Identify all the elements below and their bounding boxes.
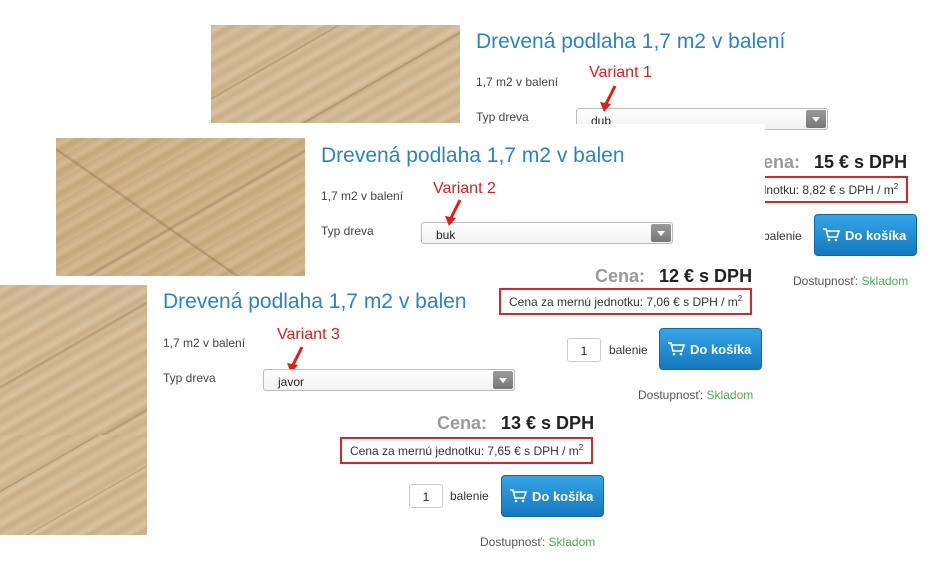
- availability-label: Dostupnosť:: [480, 535, 546, 549]
- add-to-cart-button-variant-3[interactable]: Do košíka: [501, 475, 604, 517]
- cart-icon: [668, 342, 686, 356]
- quantity-input-variant-3[interactable]: 1: [409, 484, 443, 508]
- add-to-cart-label: Do košíka: [532, 489, 594, 504]
- unit-price-sup: 2: [737, 294, 743, 303]
- variant-annotation: Variant 1: [589, 64, 652, 81]
- unit-price-text: Cena za mernú jednotku: 7,65 € s DPH / m: [350, 444, 579, 458]
- annotation-arrow-icon: [445, 199, 462, 226]
- availability-value: Skladom: [706, 388, 754, 402]
- product-image: [0, 285, 147, 435]
- quantity-input-variant-2[interactable]: 1: [567, 338, 601, 362]
- product-title[interactable]: Drevená podlaha 1,7 m2 v balen: [163, 290, 475, 314]
- wood-type-label: Typ dreva: [321, 224, 374, 238]
- quantity-unit-variant-2: balenie: [609, 343, 648, 357]
- chevron-down-icon[interactable]: [651, 224, 671, 242]
- product-image-continued: [0, 435, 147, 535]
- price: Cena: 15 € s DPH: [750, 152, 907, 173]
- chevron-down-icon[interactable]: [806, 110, 826, 128]
- quantity-unit-variant-3: balenie: [450, 489, 489, 503]
- annotation-arrow-icon: [600, 85, 617, 112]
- price-value: 15 € s DPH: [814, 152, 908, 172]
- availability: Dostupnosť: Skladom: [793, 274, 908, 288]
- add-to-cart-label: Do košíka: [690, 342, 752, 357]
- variant-annotation: Variant 3: [277, 326, 340, 343]
- availability-variant-2: Dostupnosť: Skladom: [638, 388, 753, 402]
- availability-value: Skladom: [548, 535, 596, 549]
- price: Cena: 12 € s DPH: [595, 266, 752, 284]
- unit-price-variant-2: Cena za mernú jednotku: 7,06 € s DPH / m…: [499, 288, 753, 315]
- unit-price-sup: 2: [893, 182, 899, 191]
- availability-value: Skladom: [861, 274, 909, 288]
- price-label: Cena:: [437, 413, 488, 433]
- cart-icon: [510, 489, 528, 503]
- wood-type-label: Typ dreva: [476, 110, 529, 124]
- unit-price-text: Cena za mernú jednotku: 7,06 € s DPH / m: [509, 295, 738, 309]
- add-to-cart-label: Do košíka: [845, 228, 907, 243]
- price-label: Cena:: [595, 266, 646, 284]
- wood-type-value: buk: [436, 228, 456, 242]
- availability-label: Dostupnosť:: [793, 274, 859, 288]
- availability-variant-3: Dostupnosť: Skladom: [480, 535, 595, 549]
- product-image: [56, 138, 305, 276]
- price-value: 13 € s DPH: [501, 413, 595, 433]
- wood-type-select-variant-3[interactable]: javor: [263, 369, 515, 391]
- chevron-down-icon[interactable]: [493, 371, 513, 389]
- product-title[interactable]: Drevená podlaha 1,7 m2 v balení: [476, 30, 785, 54]
- product-card-variant-3: Drevená podlaha 1,7 m2 v balen 1,7 m2 v …: [0, 285, 476, 435]
- add-to-cart-button[interactable]: Do košíka: [814, 214, 917, 256]
- availability-label: Dostupnosť:: [638, 388, 704, 402]
- price-value: 12 € s DPH: [659, 266, 753, 284]
- quantity-unit: balenie: [763, 229, 802, 243]
- product-image: [211, 25, 460, 123]
- variant-annotation: Variant 2: [433, 180, 496, 197]
- product-title[interactable]: Drevená podlaha 1,7 m2 v balen: [321, 144, 623, 168]
- unit-price-sup: 2: [578, 443, 584, 452]
- package-size: 1,7 m2 v balení: [476, 75, 559, 89]
- wood-type-value: javor: [278, 375, 305, 389]
- package-size: 1,7 m2 v balení: [321, 189, 404, 203]
- product-card-variant-2: Drevená podlaha 1,7 m2 v balen 1,7 m2 v …: [55, 124, 765, 284]
- cart-icon: [823, 228, 841, 242]
- add-to-cart-button-variant-2[interactable]: Do košíka: [659, 328, 762, 370]
- package-size: 1,7 m2 v balení: [163, 336, 246, 350]
- unit-price-variant-3: Cena za mernú jednotku: 7,65 € s DPH / m…: [340, 437, 594, 464]
- wood-type-label: Typ dreva: [163, 371, 216, 385]
- price-variant-3: Cena: 13 € s DPH: [437, 413, 594, 434]
